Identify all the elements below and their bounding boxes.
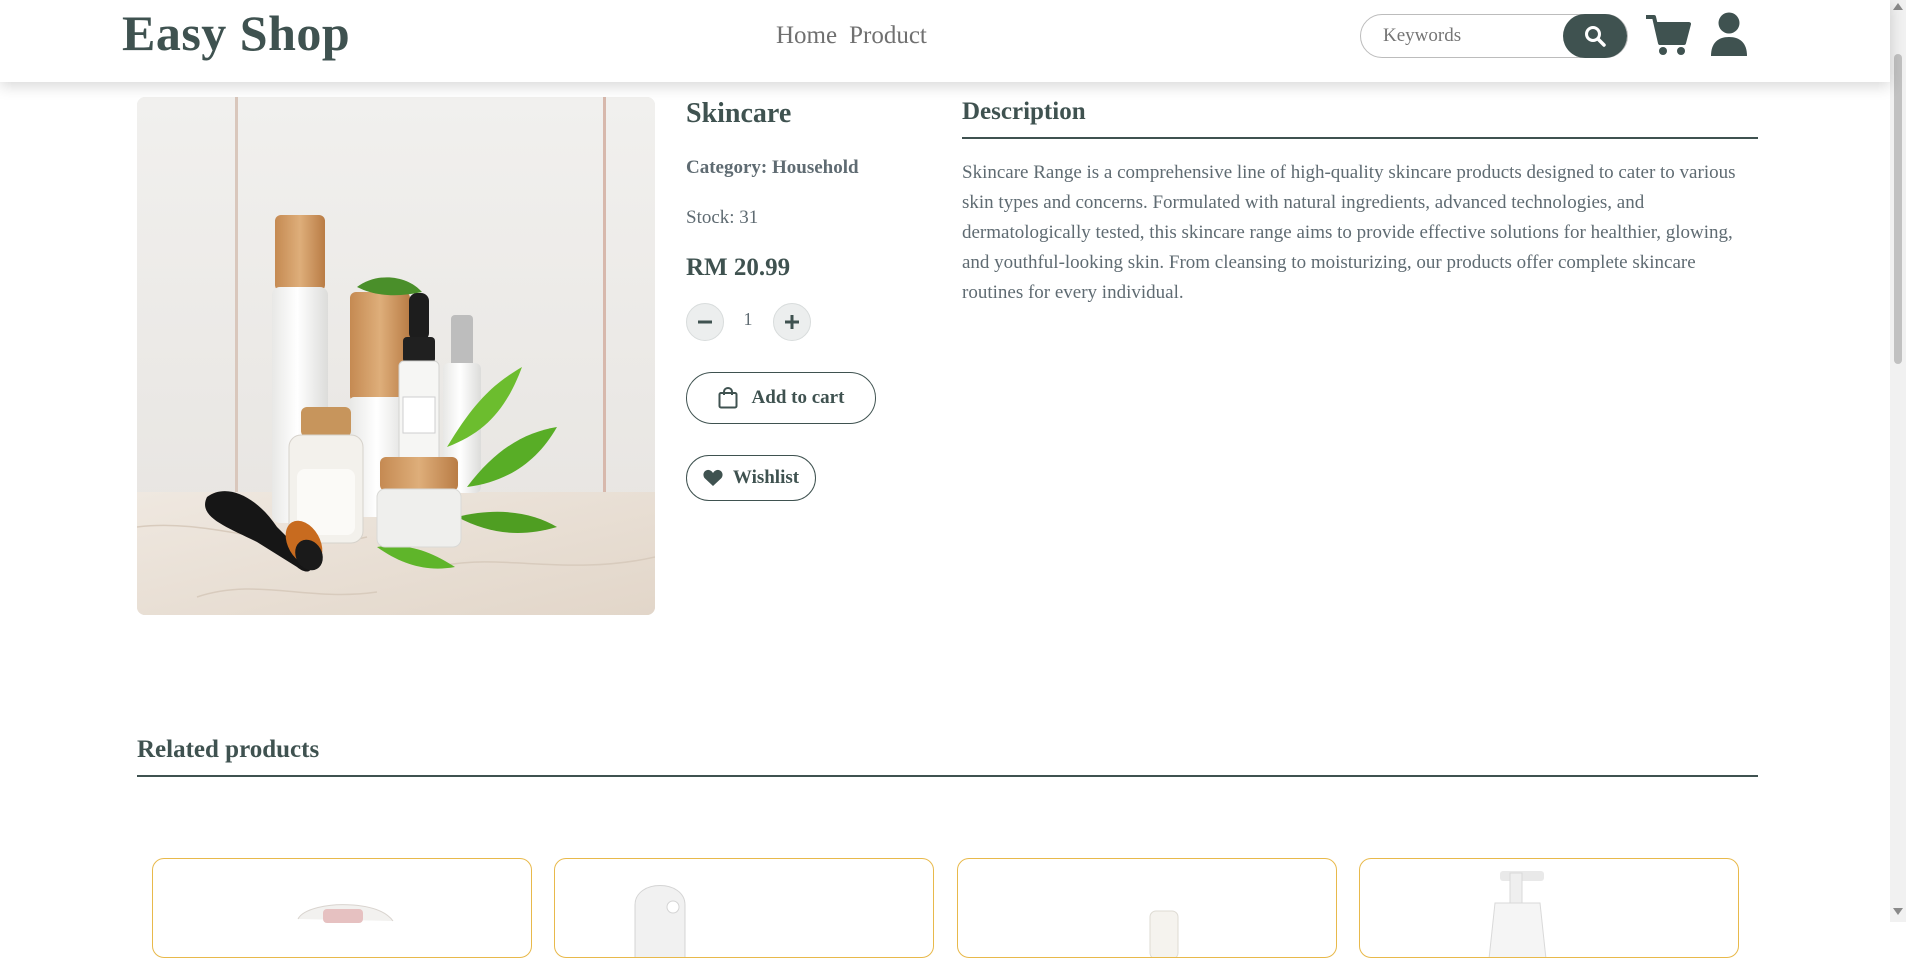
main-nav: Home Product <box>776 20 927 52</box>
related-products-heading: Related products <box>137 736 320 763</box>
scroll-up-arrow-icon[interactable] <box>1893 3 1903 10</box>
product-image <box>137 97 655 615</box>
cart-icon[interactable] <box>1645 14 1691 56</box>
nav-product-link[interactable]: Product <box>849 20 927 52</box>
wishlist-button[interactable]: Wishlist <box>686 455 816 501</box>
product-price: RM 20.99 <box>686 254 791 281</box>
related-product-image <box>634 885 686 957</box>
site-header: Easy Shop Home Product <box>0 0 1890 82</box>
page-scrollbar[interactable] <box>1890 0 1906 922</box>
plus-icon <box>785 315 799 329</box>
quantity-decrease-button[interactable] <box>686 303 724 341</box>
description-divider <box>962 137 1758 139</box>
site-logo[interactable]: Easy Shop <box>122 4 350 62</box>
product-title: Skincare <box>686 98 792 129</box>
related-product-image <box>297 904 394 923</box>
quantity-value[interactable]: 1 <box>740 309 756 330</box>
search-input[interactable] <box>1381 23 1545 49</box>
related-product-card[interactable] <box>957 858 1337 958</box>
description-heading: Description <box>962 98 1086 125</box>
scroll-down-arrow-icon[interactable] <box>1893 908 1903 915</box>
user-icon[interactable] <box>1710 12 1748 56</box>
add-to-cart-button[interactable]: Add to cart <box>686 372 876 424</box>
related-product-card[interactable] <box>152 858 532 958</box>
nav-home-link[interactable]: Home <box>776 20 837 52</box>
related-product-image <box>1488 871 1547 957</box>
related-products-divider <box>137 775 1758 777</box>
scroll-thumb[interactable] <box>1894 54 1902 364</box>
heart-icon <box>703 469 723 486</box>
minus-icon <box>698 320 712 324</box>
wishlist-label: Wishlist <box>732 467 800 488</box>
search-button[interactable] <box>1563 14 1627 58</box>
search-icon <box>1585 26 1606 47</box>
product-category: Category: Household <box>686 157 859 178</box>
related-product-card[interactable] <box>554 858 934 958</box>
related-product-image <box>1149 910 1179 957</box>
quantity-increase-button[interactable] <box>773 303 811 341</box>
product-stock: Stock: 31 <box>686 207 759 228</box>
related-product-card[interactable] <box>1359 858 1739 958</box>
description-text: Skincare Range is a comprehensive line o… <box>962 162 1736 303</box>
shopping-bag-icon <box>718 387 738 409</box>
add-to-cart-label: Add to cart <box>751 387 845 408</box>
